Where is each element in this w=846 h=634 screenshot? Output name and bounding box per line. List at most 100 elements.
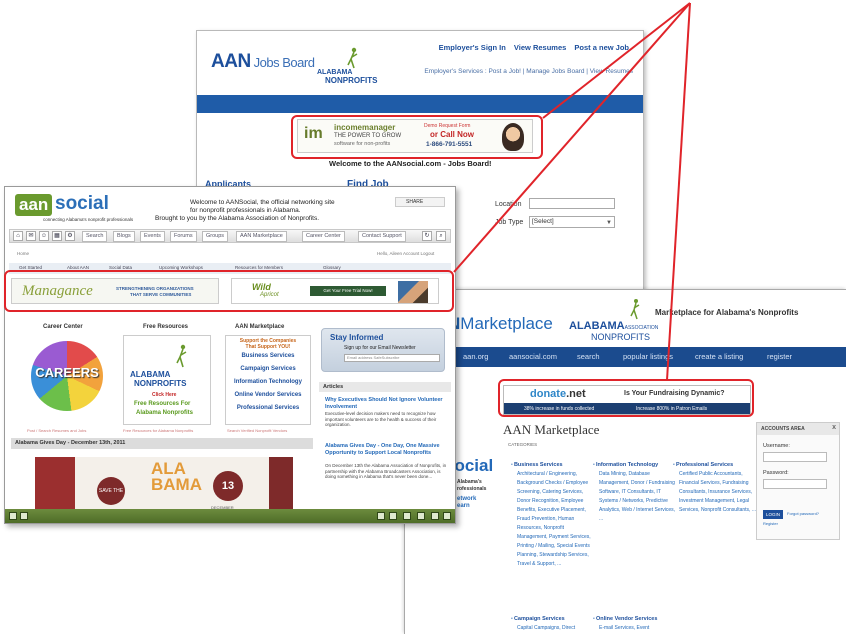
gives-date-badge: 13 (213, 471, 243, 501)
accounts-area-panel: ACCOUNTS AREA x Username: Password: LOGIN… (756, 422, 840, 540)
nonprofits-text: NONPROFITS (591, 332, 651, 342)
category-body[interactable]: Architectural / Engineering, Background … (511, 470, 595, 569)
aansocial-partial-line-4: earn (457, 503, 470, 509)
category-professional-services: Professional Services Certified Public A… (673, 462, 757, 515)
toolbar-contact-support[interactable]: Contact Support (358, 231, 406, 242)
marketplace-window: NMarketplace ALABAMAASSOCIATION NONPROFI… (404, 289, 846, 634)
toolbar-forums[interactable]: Forums (170, 231, 197, 242)
username-input[interactable] (763, 452, 827, 462)
aansocial-window: aan social connecting Alabama's nonprofi… (4, 186, 456, 524)
category-body[interactable]: Data Mining, Database Management, Donor … (593, 470, 677, 524)
nav-popular-listings[interactable]: popular listings (623, 352, 673, 361)
aan-marketplace-heading: AAN Marketplace (235, 324, 285, 330)
toolbar-aan-marketplace[interactable]: AAN Marketplace (236, 231, 287, 242)
category-heading[interactable]: Online Vendor Services (593, 616, 677, 622)
alabama-word: ALABAMA (569, 320, 625, 332)
employer-sign-in-link[interactable]: Employer's Sign In (439, 43, 506, 52)
newsletter-email-input[interactable]: Email address SafeSubscribe (344, 354, 440, 362)
location-input[interactable] (529, 198, 615, 209)
alabama-gives-day-image[interactable]: SAVE THE DATE ALABAMA 13 DECEMBER (35, 457, 293, 522)
link-online-vendor-services[interactable]: Online Vendor Services (226, 389, 310, 402)
stay-informed-heading: Stay Informed (330, 333, 384, 342)
login-button[interactable]: LOGIN (763, 510, 784, 519)
accounts-area-header: ACCOUNTS AREA x (757, 423, 839, 435)
settings-icon[interactable]: ⚙ (65, 231, 75, 241)
link-business-services[interactable]: Business Services (226, 350, 310, 363)
aansocial-toolbar: ⌂ ✉ ☺ ▦ ⚙ Search Blogs Events Forums Gro… (9, 229, 451, 243)
nav-register[interactable]: register (767, 352, 792, 361)
toolbar-career-center[interactable]: Career Center (302, 231, 345, 242)
composite-screenshot: AAN Jobs Board ALABAMA NONPROFITS Employe… (0, 0, 846, 634)
category-information-technology: Information Technology Data Mining, Data… (593, 462, 677, 524)
toolbar-search[interactable]: Search (82, 231, 108, 242)
marketplace-logo[interactable]: NMarketplace (448, 314, 553, 334)
location-label: Location (495, 201, 522, 208)
link-campaign-services[interactable]: Campaign Services (226, 363, 310, 376)
article-title[interactable]: Alabama Gives Day - One Day, One Massive… (325, 443, 447, 456)
article-title[interactable]: Why Executives Should Not Ignore Volunte… (325, 397, 447, 410)
share-button[interactable]: SHARE (395, 197, 445, 207)
status-expand-icon[interactable] (443, 512, 451, 520)
search-icon[interactable]: ⌕ (436, 231, 446, 241)
home-icon[interactable]: ⌂ (13, 231, 23, 241)
category-heading[interactable]: Professional Services (673, 462, 757, 468)
close-icon[interactable]: x (832, 424, 836, 431)
nav-aansocial[interactable]: aansocial.com (509, 352, 557, 361)
status-settings-icon[interactable] (431, 512, 439, 520)
category-heading[interactable]: Information Technology (593, 462, 677, 468)
link-professional-services[interactable]: Professional Services (226, 402, 310, 415)
figure-icon (176, 344, 187, 368)
refresh-icon[interactable]: ↻ (422, 231, 432, 241)
breadcrumb[interactable]: Home (17, 251, 29, 256)
nav-create-listing[interactable]: create a listing (695, 352, 743, 361)
nav-search[interactable]: search (577, 352, 600, 361)
register-link[interactable]: Register (763, 521, 778, 526)
status-window-icon[interactable] (377, 512, 385, 520)
status-home-icon[interactable] (9, 512, 17, 520)
calendar-icon[interactable]: ▦ (52, 231, 62, 241)
association-word: ASSOCIATION (624, 325, 659, 331)
status-user-icon[interactable] (403, 512, 411, 520)
user-greeting[interactable]: Hello, Aileen Account Logout (377, 251, 434, 256)
alabama-gives-day-bar: Alabama Gives Day - December 13th, 2011 (11, 438, 313, 449)
vendors-foot-link[interactable]: Search Verified Nonprofit Vendors (227, 428, 287, 433)
category-heading[interactable]: Business Services (511, 462, 595, 468)
category-body[interactable]: Certified Public Accountants, Financial … (673, 470, 757, 515)
inbox-icon[interactable]: ✉ (26, 231, 36, 241)
nav-aan-org[interactable]: aan.org (463, 352, 488, 361)
username-label: Username: (763, 443, 790, 449)
category-body[interactable]: E-mail Services, Event (593, 624, 677, 633)
careers-image[interactable]: CAREERS (23, 335, 111, 425)
category-online-vendor-services: Online Vendor Services E-mail Services, … (593, 616, 677, 633)
status-mail-icon[interactable] (417, 512, 425, 520)
category-body[interactable]: Capital Campaigns, Direct (511, 624, 595, 633)
jobs-board-logo[interactable]: AAN Jobs Board (211, 51, 315, 73)
toolbar-events[interactable]: Events (140, 231, 165, 242)
careers-word: CAREERS (35, 365, 99, 380)
status-chat-icon[interactable] (20, 512, 28, 520)
aansocial-logo[interactable]: aan social (15, 193, 111, 218)
nonprofits-text: NONPROFITS (325, 76, 378, 85)
post-job-link[interactable]: Post a new Job (574, 43, 629, 52)
password-input[interactable] (763, 479, 827, 489)
marketplace-logo-text: Marketplace (460, 314, 553, 333)
toolbar-blogs[interactable]: Blogs (113, 231, 135, 242)
forgot-password-link[interactable]: Forgot password? (787, 511, 819, 516)
status-list-icon[interactable] (389, 512, 397, 520)
resources-foot-link[interactable]: Free Resources for Alabama Nonprofits (123, 428, 193, 433)
view-resumes-link[interactable]: View Resumes (514, 43, 566, 52)
alabama-nonprofits-box[interactable]: ALABAMA NONPROFITS Click Here Free Resou… (123, 335, 211, 425)
careers-foot-link[interactable]: Post / Search Resumes and Jobs (27, 428, 86, 433)
employer-services-links[interactable]: Employer's Services : Post a Job! | Mana… (424, 68, 633, 75)
social-logo-word: social (55, 193, 109, 214)
job-type-select[interactable]: [Select] (529, 216, 615, 228)
category-heading[interactable]: Campaign Services (511, 616, 595, 622)
profile-icon[interactable]: ☺ (39, 231, 49, 241)
jobs-board-logo-main: AAN (211, 51, 251, 72)
toolbar-groups[interactable]: Groups (202, 231, 229, 242)
aansocial-partial-line-2: rofessionals (457, 486, 487, 492)
marketplace-tagline: Marketplace for Alabama's Nonprofits (655, 308, 799, 317)
link-information-technology[interactable]: Information Technology (226, 376, 310, 389)
click-here-link[interactable]: Click Here (152, 392, 176, 398)
jobs-board-logo-sub: Jobs Board (253, 55, 315, 70)
